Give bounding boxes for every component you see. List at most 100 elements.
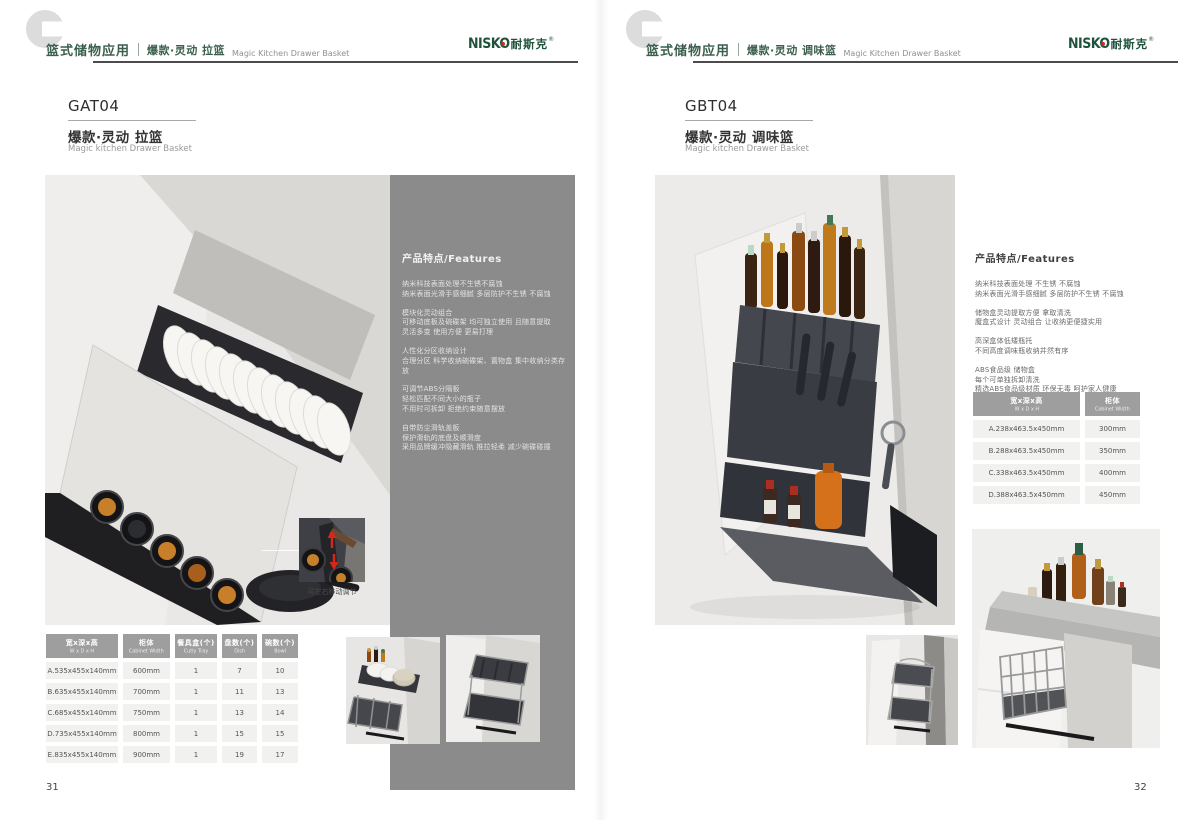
feature-line: ABS食品级 储物盒 [975,366,1167,376]
feature-line: 自带防尘滑轨盖板 [402,424,570,434]
features-list: 纳米科技表面处理不生锈不腐蚀纳米表面光滑手感细腻 多层防护不生锈 不腐蚀模块化灵… [402,280,570,453]
table-cell: C.685x455x140mm [46,704,118,721]
table-cell: 14 [262,704,298,721]
features-section: 产品特点/Features 纳米科技表面处理不生锈不腐蚀纳米表面光滑手感细腻 多… [402,250,570,462]
table-cell: 700mm [123,683,170,700]
feature-group: 自带防尘滑轨盖板保护滑轨的底盘及顺滑度采用品牌缓冲隐藏滑轨 推拉轻柔 减少碗碟碰… [402,424,570,453]
feature-group: 可调节ABS分隔板轻松匹配不同大小的瓶子不用时可拆卸 拒绝约束随意摆放 [402,385,570,414]
feature-line: 合理分区 科学收纳碗碟架、置物盒 集中收纳分类存放 [402,357,570,377]
bottom-photo-countertop-basket [972,529,1160,748]
table-cell: 15 [262,725,298,742]
catalog-spread: 篮式储物应用 爆款·灵动 拉篮 Magic Kitchen Drawer Bas… [0,0,1200,820]
spread-gutter [594,0,608,820]
table-cell: 900mm [123,746,170,763]
logo-red-dot-icon [501,42,505,46]
product-name-en: Magic kitchen Drawer Basket [685,144,809,154]
table-cell: 1 [175,704,217,721]
table-cell: 1 [175,662,217,679]
brand-logo: NISKO 耐斯克 ® [468,36,554,52]
brand-logo-cn: 耐斯克 [511,36,549,52]
feature-line: 纳米科技表面处理 不生锈 不腐蚀 [975,280,1167,290]
header-category: 篮式储物应用 [646,40,730,59]
table-cell: D.388x463.5x450mm [973,486,1080,504]
header-subtitle-cn: 爆款·灵动 调味篮 [747,42,837,58]
header-category: 篮式储物应用 [46,40,130,59]
callout-caption: 可左右移动调节 [282,587,382,597]
thumb-photo-basket-empty [446,635,540,742]
feature-line: 不同高度调味瓶收纳井然有序 [975,347,1167,357]
header-subtitle-cn: 爆款·灵动 拉篮 [147,42,225,58]
feature-line: 可调节ABS分隔板 [402,385,570,395]
product-code: GBT04 [685,97,738,115]
product-code: GAT04 [68,97,119,115]
table-cell: A.238x463.5x450mm [973,420,1080,438]
table-cell: A.535x455x140mm [46,662,118,679]
table-cell: 350mm [1085,442,1140,460]
brand-logo: NISKO 耐斯克 ® [1068,36,1154,52]
table-cell: 600mm [123,662,170,679]
table-cell: 11 [222,683,257,700]
table-cell: 1 [175,746,217,763]
feature-line: 轻松匹配不同大小的瓶子 [402,395,570,405]
table-cell: B.635x455x140mm [46,683,118,700]
product-name-cn: 爆款·灵动 调味篮 [685,126,794,146]
table-cell: 7 [222,662,257,679]
header-rule [693,61,1178,63]
features-section: 产品特点/Features 纳米科技表面处理 不生锈 不腐蚀纳米表面光滑手感细腻… [975,250,1167,404]
header-rule [93,61,578,63]
table-header-cell: 柜体Cabinet Width [123,634,170,658]
product-name-en: Magic kitchen Drawer Basket [68,144,192,154]
table-cell: C.338x463.5x450mm [973,464,1080,482]
countertop-basket-illustration [972,529,1160,748]
spice-basket-illustration [655,175,955,625]
table-cell: 1 [175,683,217,700]
feature-line: 每个可单独拆卸清洗 [975,376,1167,386]
feature-group: 高深盒体低矮瓶托不同高度调味瓶收纳井然有序 [975,337,1167,357]
table-cell: E.835x455x140mm [46,746,118,763]
table-cell: 1 [175,725,217,742]
callout-detail-illustration [299,518,365,582]
feature-line: 人性化分区收纳设计 [402,347,570,357]
table-cell: 300mm [1085,420,1140,438]
table-cell: 15 [222,725,257,742]
table-cell: 13 [262,683,298,700]
features-title: 产品特点/Features [975,250,1167,265]
brand-logo-cn: 耐斯克 [1111,36,1149,52]
header-subtitle-en: Magic Kitchen Drawer Basket [844,49,961,59]
page-header: 篮式储物应用 爆款·灵动 拉篮 Magic Kitchen Drawer Bas… [46,40,349,59]
registered-mark: ® [548,36,554,43]
header-divider [138,43,139,56]
table-header-cell: 碗数(个)Bowl [262,634,298,658]
feature-line: 储物盒灵动提取方便 拿取清洗 [975,309,1167,319]
table-cell: 450mm [1085,486,1140,504]
table-cell: D.735x455x140mm [46,725,118,742]
table-cell: 750mm [123,704,170,721]
feature-line: 保护滑轨的底盘及顺滑度 [402,434,570,444]
registered-mark: ® [1148,36,1154,43]
feature-group: 储物盒灵动提取方便 拿取清洗魔盒式设计 灵动组合 让收纳更便捷实用 [975,309,1167,329]
features-list: 纳米科技表面处理 不生锈 不腐蚀纳米表面光滑手感细腻 多层防护不生锈 不腐蚀储物… [975,280,1167,395]
page-number-right: 32 [1134,782,1147,793]
callout-leader-line [262,550,299,551]
thumb-photo-basket-loaded [346,637,440,744]
feature-group: ABS食品级 储物盒每个可单独拆卸清洗精选ABS食品级材质 环保无毒 呵护家人健… [975,366,1167,395]
header-divider [738,43,739,56]
feature-line: 灵活多变 使用方便 更易打理 [402,328,570,338]
feature-line: 不用时可拆卸 拒绝约束随意摆放 [402,405,570,415]
feature-line: 纳米表面光滑手感细腻 多层防护不生锈 不腐蚀 [402,290,570,300]
feature-group: 纳米科技表面处理不生锈不腐蚀纳米表面光滑手感细腻 多层防护不生锈 不腐蚀 [402,280,570,300]
table-header-cell: 柜体Cabinet Width [1085,392,1140,416]
callout-inset-photo [299,518,365,582]
thumb-photo-two-tier-basket [866,635,958,745]
feature-group: 模块化灵动组合可移动底板及碗碟架 均可独立使用 且随意提取灵活多变 使用方便 更… [402,309,570,338]
spec-table-right: 宽x深x高W x D x H柜体Cabinet WidthA.238x463.5… [973,392,1140,504]
table-cell: 17 [262,746,298,763]
spec-table-left: 宽x深x高W x D x H柜体Cabinet Width餐具盒(个)Cutly… [46,634,298,763]
header-subtitle-en: Magic Kitchen Drawer Basket [232,49,349,59]
table-cell: 800mm [123,725,170,742]
feature-group: 人性化分区收纳设计合理分区 科学收纳碗碟架、置物盒 集中收纳分类存放 [402,347,570,376]
table-cell: 400mm [1085,464,1140,482]
main-product-photo-spice-basket [655,175,955,625]
product-code-underline [68,120,196,121]
table-cell: B.288x463.5x450mm [973,442,1080,460]
